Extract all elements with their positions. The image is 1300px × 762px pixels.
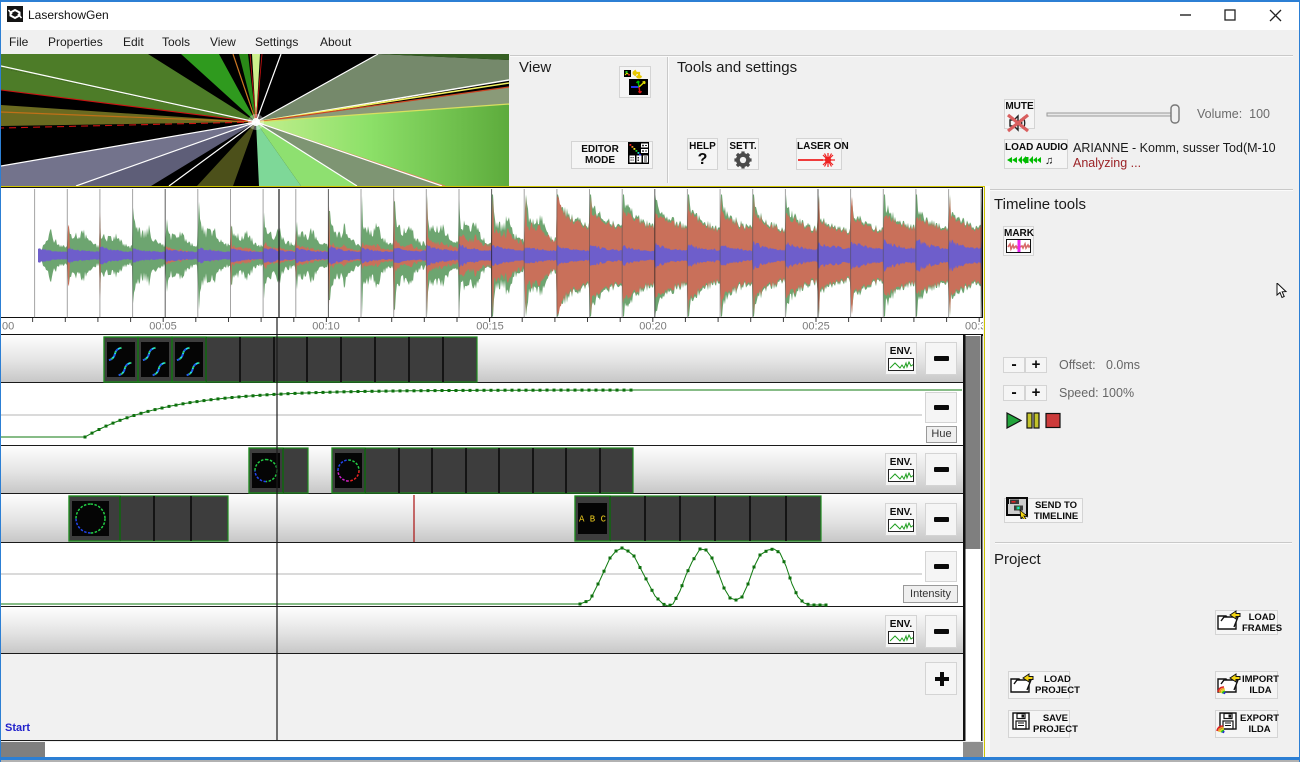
svg-text:00:25: 00:25 bbox=[802, 321, 830, 333]
svg-text:00:20: 00:20 bbox=[639, 321, 667, 333]
svg-text:00:15: 00:15 bbox=[476, 321, 504, 333]
svg-text:00: 00 bbox=[2, 321, 14, 333]
svg-text:00:05: 00:05 bbox=[149, 321, 177, 333]
svg-text:00:10: 00:10 bbox=[312, 321, 340, 333]
svg-text:♫: ♫ bbox=[1045, 155, 1053, 167]
svg-text:A B C: A B C bbox=[579, 515, 607, 525]
svg-text:00:3: 00:3 bbox=[965, 321, 983, 333]
